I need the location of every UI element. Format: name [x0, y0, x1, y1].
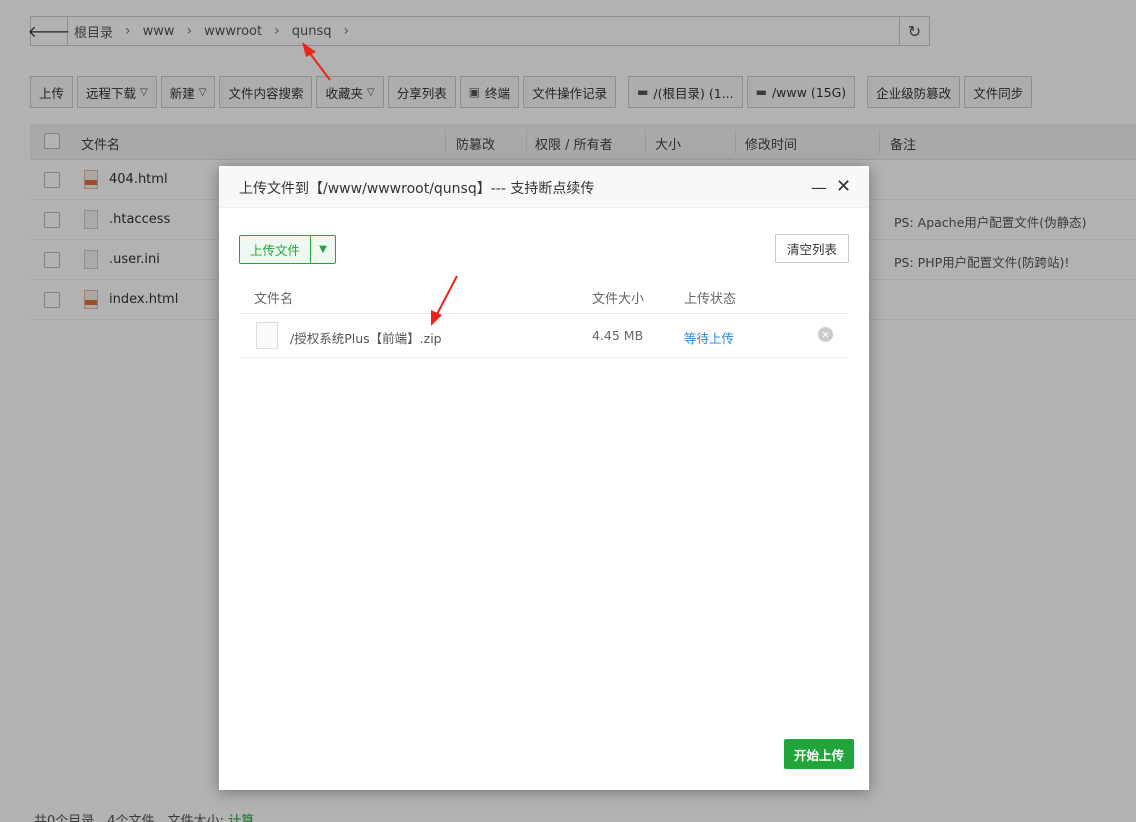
annotation-arrows: [302, 42, 458, 326]
annotation-arrow-upload-file: [431, 275, 458, 326]
annotation-arrow-breadcrumb: [302, 42, 331, 81]
